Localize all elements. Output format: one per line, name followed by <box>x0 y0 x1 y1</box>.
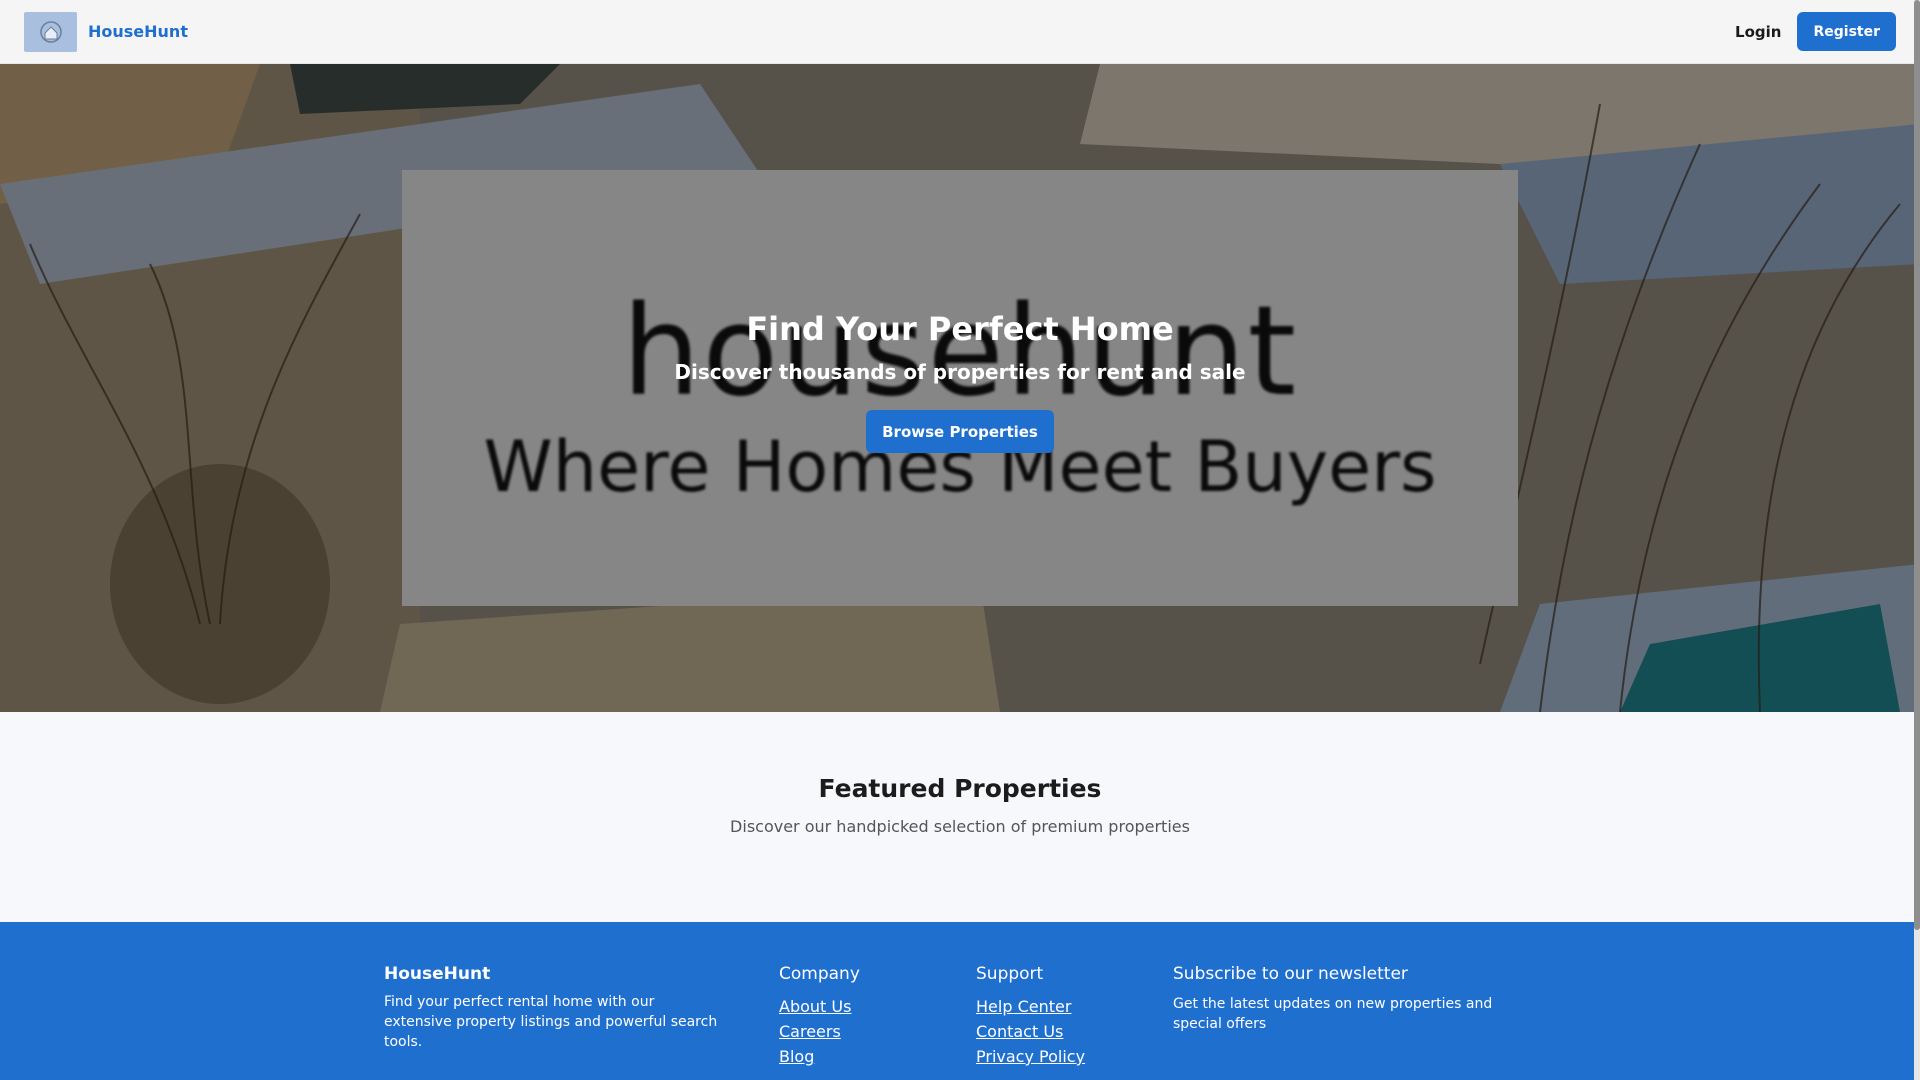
footer-link-privacy-policy[interactable]: Privacy Policy <box>976 1044 1146 1069</box>
browse-properties-button[interactable]: Browse Properties <box>866 410 1054 453</box>
hero-subtitle: Discover thousands of properties for ren… <box>674 360 1246 384</box>
footer-company-title: Company <box>779 964 860 984</box>
footer-link-blog[interactable]: Blog <box>779 1044 939 1069</box>
footer-company-column: Company About Us Careers Blog <box>779 964 939 1069</box>
footer-link-contact-us[interactable]: Contact Us <box>976 1019 1146 1044</box>
footer-brand-description: Find your perfect rental home with our e… <box>384 994 718 1050</box>
nav-actions: Login Register <box>1735 12 1896 51</box>
house-logo-icon <box>24 11 77 52</box>
hero-title: Find Your Perfect Home <box>746 310 1174 348</box>
featured-title: Featured Properties <box>818 774 1102 803</box>
brand-name: HouseHunt <box>88 22 188 41</box>
footer-link-about-us[interactable]: About Us <box>779 994 939 1019</box>
footer-support-column: Support Help Center Contact Us Privacy P… <box>976 964 1146 1069</box>
brand-link[interactable]: HouseHunt <box>24 11 188 52</box>
scrollbar-thumb[interactable] <box>1914 0 1920 930</box>
footer: HouseHunt Find your perfect rental home … <box>0 922 1920 1080</box>
login-link[interactable]: Login <box>1735 23 1781 41</box>
footer-brand-title: HouseHunt <box>384 964 491 984</box>
register-button[interactable]: Register <box>1797 12 1896 51</box>
footer-support-title: Support <box>976 964 1044 984</box>
featured-section: Featured Properties Discover our handpic… <box>0 712 1920 922</box>
footer-newsletter-title: Subscribe to our newsletter <box>1173 964 1408 984</box>
footer-newsletter-text: Get the latest updates on new properties… <box>1173 996 1493 1032</box>
page-scrollbar[interactable] <box>1914 0 1920 1080</box>
hero-section: househunt Where Homes Meet Buyers Find Y… <box>0 64 1920 712</box>
hero-content: Find Your Perfect Home Discover thousand… <box>0 64 1920 712</box>
featured-subtitle: Discover our handpicked selection of pre… <box>730 817 1190 836</box>
footer-link-help-center[interactable]: Help Center <box>976 994 1146 1019</box>
footer-newsletter-column: Subscribe to our newsletter Get the late… <box>1173 964 1513 1034</box>
footer-brand-column: HouseHunt Find your perfect rental home … <box>384 964 724 1052</box>
footer-link-careers[interactable]: Careers <box>779 1019 939 1044</box>
navbar: HouseHunt Login Register <box>0 0 1920 64</box>
